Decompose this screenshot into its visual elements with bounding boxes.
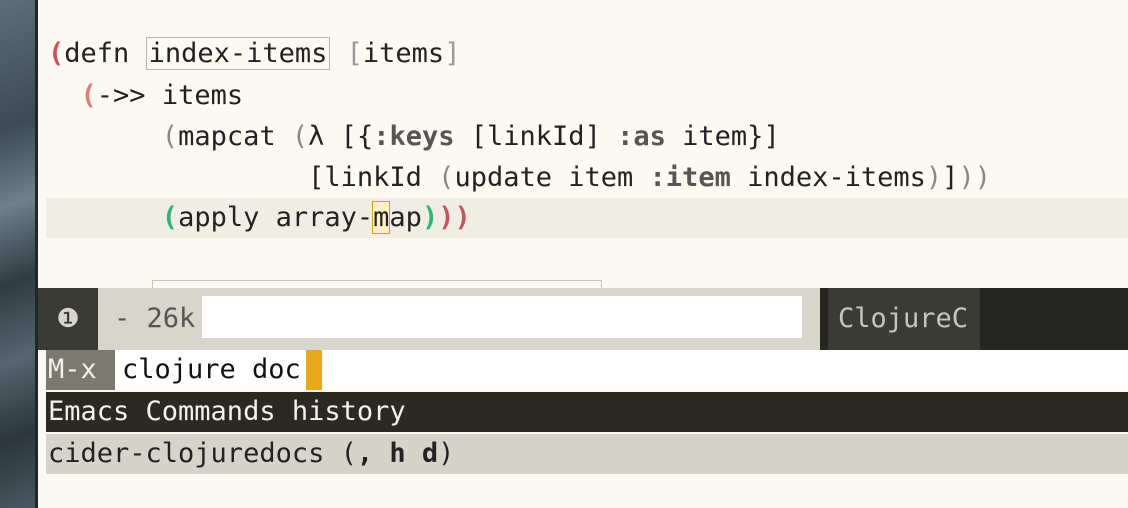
mode-line[interactable]: ❶ - 26k ClojureC: [38, 288, 1128, 350]
desktop-background: [0, 0, 38, 508]
candidates-section-header: Emacs Commands history: [46, 392, 1128, 432]
code-line-5[interactable]: (apply array-map))): [48, 198, 471, 238]
symbol: ap: [389, 202, 422, 233]
bracket: ]: [584, 121, 601, 152]
buffer-name-field[interactable]: [202, 296, 802, 338]
fn-symbol: apply: [178, 202, 260, 233]
keybinding: , h d: [356, 438, 439, 469]
paren: (: [291, 121, 309, 152]
input-cursor: [306, 350, 322, 390]
scrolled-text-fragment: [48, 272, 1048, 288]
paren: )): [958, 162, 991, 193]
scrolled-highlight-box: [152, 280, 602, 288]
brace: }: [747, 121, 764, 152]
paren: (: [438, 162, 455, 193]
paren: (: [161, 121, 179, 152]
paren: ): [438, 202, 455, 233]
brace: {: [356, 121, 374, 152]
symbol: index-items: [747, 162, 926, 193]
fn-symbol: mapcat: [178, 121, 276, 152]
paren: (: [48, 38, 65, 69]
candidate-paren: (: [324, 438, 357, 469]
code-editor[interactable]: (defn index-items [items] (->> items (ma…: [38, 0, 1128, 288]
bracket: ]: [942, 162, 959, 193]
major-mode-label[interactable]: ClojureC: [828, 288, 980, 350]
symbol: linkId: [487, 121, 585, 152]
minibuffer[interactable]: M-x clojure doc Emacs Commands history c…: [38, 350, 1128, 508]
bracket: [: [308, 162, 325, 193]
buffer-size: - 26k: [114, 303, 196, 334]
thread-macro: ->>: [96, 80, 146, 111]
mx-prompt-row[interactable]: M-x clojure doc: [46, 350, 1128, 390]
command-input[interactable]: clojure doc: [122, 350, 301, 390]
code-line-2[interactable]: (->> items: [48, 76, 244, 116]
bracket: ]: [763, 121, 780, 152]
code-line-1[interactable]: (defn index-items [items]: [48, 34, 460, 74]
bracket: [: [346, 38, 363, 69]
symbol: item: [682, 121, 748, 152]
symbol: array-: [275, 202, 374, 233]
arg-name: items: [362, 38, 445, 69]
candidate-paren: ): [438, 438, 455, 469]
paren: ): [925, 162, 943, 193]
bracket: [: [470, 121, 488, 152]
command-candidate[interactable]: cider-clojuredocs (, h d): [46, 434, 1128, 474]
paren: ): [421, 202, 439, 233]
function-name: index-items: [145, 37, 331, 70]
code-line-4[interactable]: [linkId (update item :item index-items)]…: [48, 158, 991, 198]
mode-line-right-segment: ClojureC: [820, 288, 1128, 350]
code-line-3[interactable]: (mapcat (λ [{:keys [linkId] :as item}]: [48, 117, 780, 157]
lambda-symbol: λ: [308, 121, 325, 152]
symbol: linkId: [324, 162, 422, 193]
keyword: :as: [617, 121, 666, 152]
text-cursor[interactable]: m: [372, 201, 391, 234]
paren: (: [161, 202, 179, 233]
keyword: :keys: [373, 121, 455, 152]
keyword: :item: [649, 162, 731, 193]
bracket: [: [340, 121, 357, 152]
window-number-badge: ❶: [38, 288, 98, 350]
mx-prompt-label: M-x: [46, 350, 115, 390]
symbol: item: [568, 162, 634, 193]
bracket: ]: [444, 38, 461, 69]
fn-symbol: update: [454, 162, 552, 193]
paren: ): [454, 202, 471, 233]
defn-keyword: defn: [64, 38, 130, 69]
candidate-name: cider-clojuredocs: [48, 438, 325, 469]
arg-name: items: [161, 80, 244, 111]
paren: (: [80, 80, 97, 111]
